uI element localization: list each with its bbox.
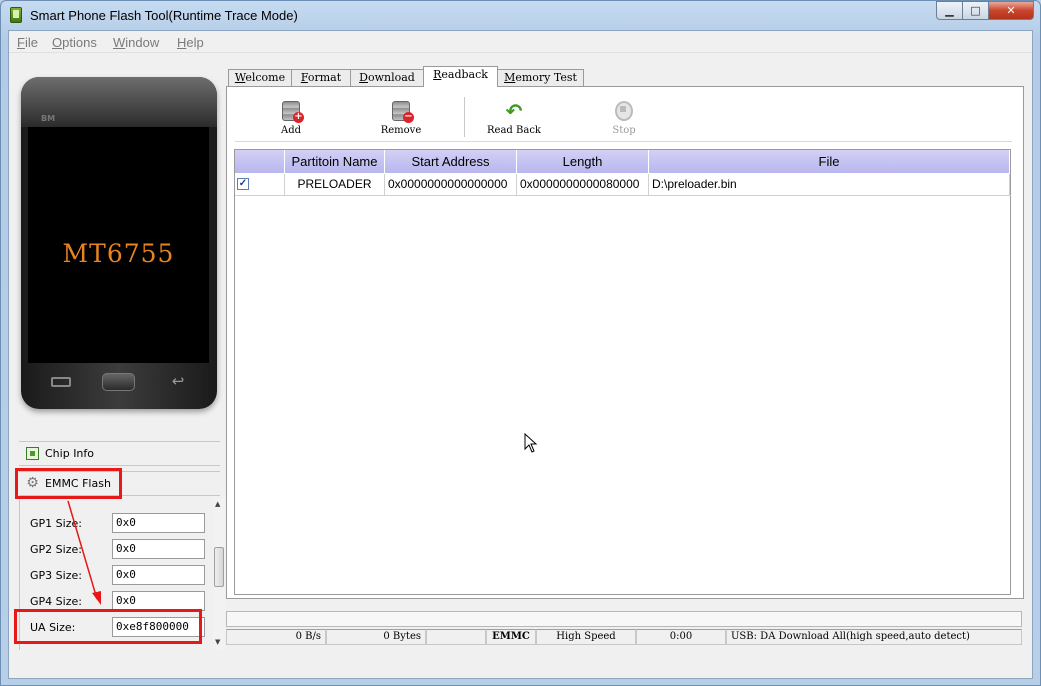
menu-options[interactable]: Options xyxy=(52,35,97,50)
status-speed-mode: High Speed xyxy=(536,629,636,645)
phone-screen: MT6755 xyxy=(28,127,209,363)
row-partition-name: PRELOADER xyxy=(285,174,385,195)
partition-table: Partitoin Name Start Address Length File… xyxy=(234,149,1011,595)
mouse-cursor-icon xyxy=(524,433,538,453)
status-time: 0:00 xyxy=(636,629,726,645)
table-header: Partitoin Name Start Address Length File xyxy=(235,150,1011,173)
annotation-arrow xyxy=(67,500,101,605)
chip-icon xyxy=(26,447,39,460)
table-row[interactable]: ✓ PRELOADER 0x0000000000000000 0x0000000… xyxy=(235,174,1011,196)
window-title: Smart Phone Flash Tool(Runtime Trace Mod… xyxy=(30,8,298,23)
header-length[interactable]: Length xyxy=(517,150,649,173)
tab-memory-test[interactable]: Memory Test xyxy=(497,69,584,86)
close-button[interactable]: ✕ xyxy=(988,1,1034,20)
stop-button[interactable]: Stop xyxy=(589,97,659,139)
status-bar: 0 B/s 0 Bytes EMMC High Speed 0:00 USB: … xyxy=(226,629,1022,645)
gp4-size-field[interactable]: 0x0 xyxy=(112,591,205,611)
chip-info-header[interactable]: Chip Info xyxy=(19,441,220,466)
gp2-size-row: GP2 Size: 0x0 xyxy=(30,539,210,559)
gp2-size-field[interactable]: 0x0 xyxy=(112,539,205,559)
read-back-button[interactable]: ↶ Read Back xyxy=(479,97,549,139)
stop-label: Stop xyxy=(612,125,636,136)
menu-window[interactable]: Window xyxy=(113,35,159,50)
row-file[interactable]: D:\preloader.bin xyxy=(649,174,1010,195)
add-button[interactable]: + Add xyxy=(256,97,326,139)
app-icon xyxy=(10,7,22,23)
row-start-address: 0x0000000000000000 xyxy=(385,174,517,195)
remove-icon: − xyxy=(392,101,414,123)
scroll-thumb[interactable] xyxy=(214,547,224,587)
tab-format[interactable]: Format xyxy=(291,69,351,86)
tab-download[interactable]: Download xyxy=(350,69,424,86)
phone-image: BM MT6755 ↩ xyxy=(21,77,217,409)
gp4-size-row: GP4 Size: 0x0 xyxy=(30,591,210,611)
read-back-label: Read Back xyxy=(487,125,541,136)
status-speed: 0 B/s xyxy=(226,629,326,645)
chip-model-label: MT6755 xyxy=(62,239,175,268)
phone-top: BM xyxy=(21,77,217,127)
minimize-button[interactable]: ▁ xyxy=(936,1,963,20)
header-partition-name[interactable]: Partitoin Name xyxy=(285,150,385,173)
readback-toolbar: + Add − Remove ↶ Read Back Stop xyxy=(235,93,1012,142)
row-length: 0x0000000000080000 xyxy=(517,174,649,195)
row-checkbox[interactable]: ✓ xyxy=(237,178,249,190)
menu-bar: File Options Window Help xyxy=(9,31,1032,53)
status-usb-mode: USB: DA Download All(high speed,auto det… xyxy=(726,629,1022,645)
add-label: Add xyxy=(280,125,302,136)
add-icon: + xyxy=(282,101,304,123)
gp1-size-field[interactable]: 0x0 xyxy=(112,513,205,533)
client-area: File Options Window Help BM MT6755 ↩ Chi… xyxy=(8,30,1033,679)
gp3-size-field[interactable]: 0x0 xyxy=(112,565,205,585)
scroll-down-icon[interactable]: ▼ xyxy=(215,638,220,646)
phone-home-key-icon xyxy=(102,373,135,391)
status-bytes: 0 Bytes xyxy=(326,629,426,645)
header-checkbox-column xyxy=(235,150,285,173)
stop-icon xyxy=(615,101,633,121)
maximize-button[interactable]: □ xyxy=(962,1,989,20)
phone-buttons: ↩ xyxy=(21,363,217,409)
emmc-flash-highlight-box xyxy=(15,468,122,499)
status-storage: EMMC xyxy=(486,629,536,645)
header-file[interactable]: File xyxy=(649,150,1010,173)
phone-menu-key-icon xyxy=(51,377,71,387)
chip-info-label: Chip Info xyxy=(45,447,95,460)
left-panel-scrollbar[interactable]: ▲ ▼ xyxy=(213,498,225,650)
gp1-size-row: GP1 Size: 0x0 xyxy=(30,513,210,533)
progress-bar xyxy=(226,611,1022,627)
window-controls: ▁ □ ✕ xyxy=(936,1,1034,21)
tab-welcome[interactable]: Welcome xyxy=(228,69,292,86)
menu-file[interactable]: File xyxy=(17,35,38,50)
remove-label: Remove xyxy=(380,125,422,136)
undo-arrow-icon: ↶ xyxy=(505,99,523,123)
ua-size-highlight-box xyxy=(14,609,202,644)
gp3-size-row: GP3 Size: 0x0 xyxy=(30,565,210,585)
row-checkbox-cell: ✓ xyxy=(235,174,285,195)
status-empty-cell xyxy=(426,629,486,645)
scroll-up-icon[interactable]: ▲ xyxy=(215,500,220,508)
menu-help[interactable]: Help xyxy=(177,35,204,50)
header-start-address[interactable]: Start Address xyxy=(385,150,517,173)
toolbar-separator xyxy=(464,97,465,137)
title-bar[interactable]: Smart Phone Flash Tool(Runtime Trace Mod… xyxy=(1,1,1040,31)
phone-brand: BM xyxy=(41,114,56,123)
phone-back-key-icon: ↩ xyxy=(171,372,185,390)
tab-readback[interactable]: Readback xyxy=(423,66,498,87)
remove-button[interactable]: − Remove xyxy=(366,97,436,139)
